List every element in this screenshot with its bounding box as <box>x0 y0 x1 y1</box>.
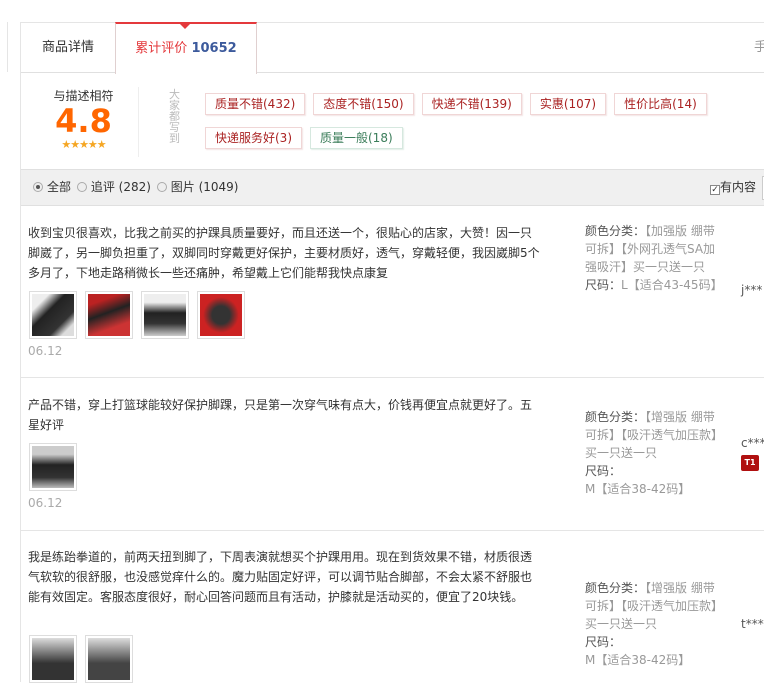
filter-all-label: 全部 <box>47 180 72 194</box>
size-label: 尺码： <box>585 278 622 292</box>
color-label: 颜色分类： <box>585 410 646 424</box>
left-column-edge <box>0 22 8 72</box>
review-item: 产品不错，穿上打篮球能较好保护脚踝，只是第一次穿气味有点大，价钱再便宜点就更好了… <box>21 378 764 531</box>
review-thumbnail[interactable] <box>85 291 133 339</box>
radio-icon <box>156 182 167 192</box>
review-thumbnail[interactable] <box>29 291 77 339</box>
review-thumbnail[interactable] <box>85 635 133 683</box>
tab-bar: 商品详情 累计评价 10652 手机 <box>21 22 764 74</box>
score-box: 与描述相符 4.8 ★★★★★ <box>36 87 131 151</box>
radio-icon <box>33 182 43 192</box>
tab-mobile[interactable]: 手机 <box>754 23 764 74</box>
review-item: 我是练跆拳道的，前两天扭到脚了，下周表演就想买个护踝用用。现在到货效果不错，材质… <box>21 531 764 691</box>
review-text: 我是练跆拳道的，前两天扭到脚了，下周表演就想买个护踝用用。现在到货效果不错，材质… <box>28 550 533 604</box>
checkbox-checked-icon: ✓ <box>709 185 720 195</box>
reviews-count: 10652 <box>191 41 237 56</box>
sku-info: 颜色分类：【增强版 绷带可拆】【吸汗透气加压款】买一只送一只 尺码：M【适合38-… <box>585 579 725 669</box>
member-badge: T1 <box>741 454 759 471</box>
filter-pictures-label: 图片 (1049) <box>170 180 239 194</box>
tag[interactable]: 性价比高(14) <box>614 93 707 115</box>
tag[interactable]: 快递不错(139) <box>421 93 522 115</box>
filter-followup-label: 追评 (282) <box>90 180 151 194</box>
review-pictures <box>29 443 85 494</box>
filter-bar: 全部 追评 (282) 图片 (1049) ✓有内容 <box>21 170 764 206</box>
size-label: 尺码： <box>585 464 622 478</box>
filter-followup[interactable]: 追评 (282) <box>76 180 151 194</box>
review-date: 06.12 <box>28 344 63 358</box>
sku-info: 颜色分类：【加强版 绷带可拆】【外网孔透气SA加强吸汗】买一只送一只 尺码：L【适… <box>585 222 725 294</box>
tag[interactable]: 态度不错(150) <box>313 93 414 115</box>
color-label: 颜色分类： <box>585 581 646 595</box>
badge-icon: T1 <box>741 455 759 471</box>
score-value: 4.8 <box>55 102 112 140</box>
reviewer-name: j*** <box>741 283 763 297</box>
review-text: 收到宝贝很喜欢，比我之前买的护踝具质量要好，而且还送一个，很贴心的店家，大赞！因… <box>28 226 540 280</box>
star-rating-icon: ★★★★★ <box>61 138 106 151</box>
sku-info: 颜色分类：【增强版 绷带可拆】【吸汗透气加压款】买一只送一只 尺码：M【适合38-… <box>585 408 725 498</box>
tab-reviews[interactable]: 累计评价 10652 <box>115 22 257 74</box>
divider <box>138 87 139 157</box>
size-label: 尺码： <box>585 635 622 649</box>
product-panel: 商品详情 累计评价 10652 手机 与描述相符 4.8 ★★★★★ 大家都写到… <box>20 22 764 683</box>
filter-all[interactable]: 全部 <box>33 180 71 194</box>
tab-details[interactable]: 商品详情 <box>21 23 115 74</box>
reviewer-name: c*** <box>741 436 764 450</box>
rating-summary: 与描述相符 4.8 ★★★★★ 大家都写到 质量不错(432) 态度不错(150)… <box>21 73 764 170</box>
review-item: 收到宝贝很喜欢，比我之前买的护踝具质量要好，而且还送一个，很贴心的店家，大赞！因… <box>21 206 764 378</box>
tag[interactable]: 质量不错(432) <box>205 93 306 115</box>
review-thumbnail[interactable] <box>29 443 77 491</box>
size-value: L【适合43-45码】 <box>621 278 723 292</box>
review-pictures <box>29 635 141 686</box>
color-label: 颜色分类： <box>585 224 646 238</box>
has-content-label: 有内容 <box>719 180 756 194</box>
tag[interactable]: 质量一般(18) <box>310 127 403 149</box>
tag[interactable]: 快递服务好(3) <box>205 127 302 149</box>
review-date: 06.12 <box>28 496 63 510</box>
review-thumbnail[interactable] <box>141 291 189 339</box>
everyone-wrote-label: 大家都写到 <box>169 88 180 145</box>
filter-pictures[interactable]: 图片 (1049) <box>156 180 239 194</box>
tab-reviews-label: 累计评价 <box>135 41 188 56</box>
has-content-checkbox[interactable]: ✓有内容 <box>709 170 756 204</box>
review-thumbnail[interactable] <box>197 291 245 339</box>
review-text: 产品不错，穿上打篮球能较好保护脚踝，只是第一次穿气味有点大，价钱再便宜点就更好了… <box>28 398 533 432</box>
tag[interactable]: 实惠(107) <box>529 93 607 115</box>
size-value: M【适合38-42码】 <box>585 482 691 496</box>
reviewer-name: t*** <box>741 617 764 631</box>
radio-icon <box>76 182 87 192</box>
impression-tags: 质量不错(432) 态度不错(150) 快递不错(139) 实惠(107) 性价比高(1… <box>205 93 764 161</box>
review-pictures <box>29 291 253 342</box>
review-thumbnail[interactable] <box>29 635 77 683</box>
size-value: M【适合38-42码】 <box>585 653 691 667</box>
